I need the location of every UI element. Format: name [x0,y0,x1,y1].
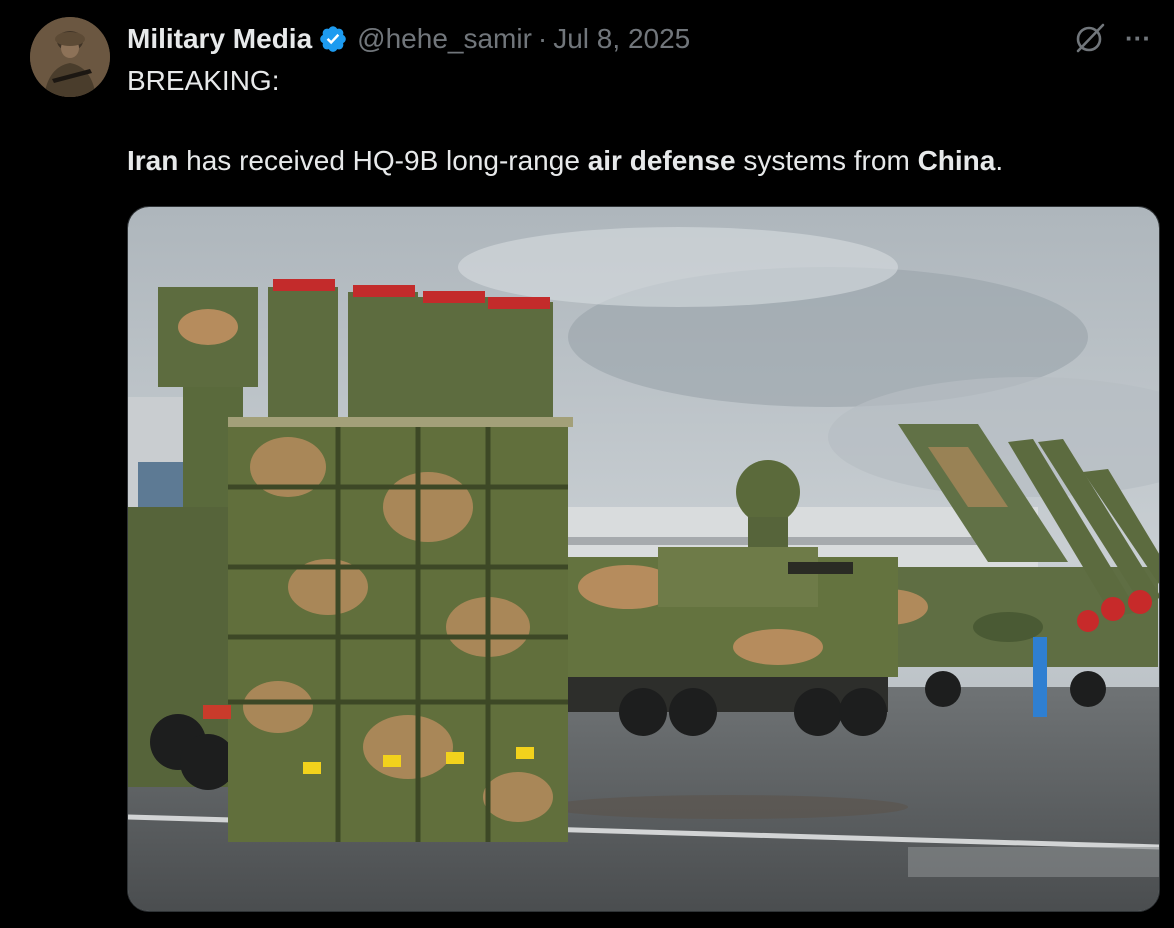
post-text-body: Iran has received HQ-9B long-range air d… [127,143,1003,179]
author-handle[interactable]: @hehe_samir [357,23,532,55]
separator-dot: · [537,23,548,54]
post-header: Military Media @hehe_samir · Jul 8, 2025 [127,19,690,59]
post-text-bold: air defense [587,145,736,176]
post-text-span: . [995,145,1004,176]
post-date[interactable]: Jul 8, 2025 [553,23,690,55]
more-icon[interactable]: ··· [1116,18,1160,58]
author-name[interactable]: Military Media [127,23,312,55]
post-text-span: systems from [735,145,918,176]
post-text-bold: Iran [127,145,179,176]
post-text-span: has received HQ-9B long-range [178,145,588,176]
post-text-line-1: BREAKING: [127,65,280,96]
grok-icon[interactable] [1068,18,1112,58]
post-text-bold: China [917,145,996,176]
avatar[interactable] [30,17,110,97]
verified-badge-icon [318,24,348,54]
post-image[interactable] [127,206,1160,912]
